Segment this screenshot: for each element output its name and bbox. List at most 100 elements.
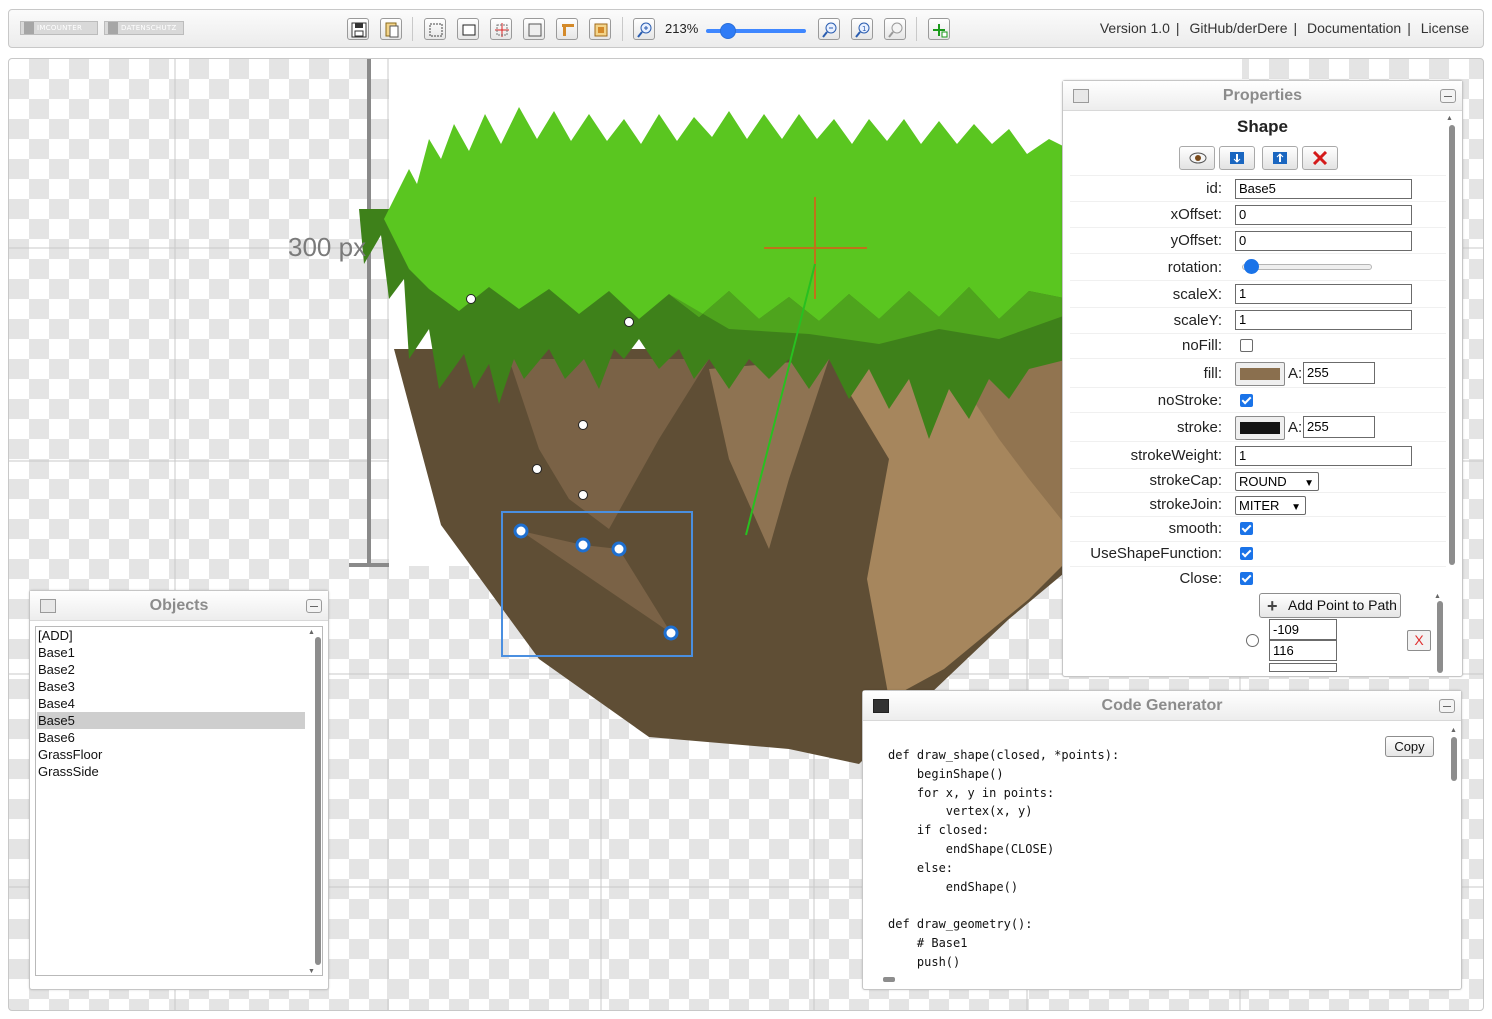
copy-button[interactable]: Copy bbox=[1385, 736, 1434, 757]
list-item[interactable]: Base4 bbox=[37, 695, 305, 712]
list-item[interactable]: Base2 bbox=[37, 661, 305, 678]
list-item[interactable]: Base6 bbox=[37, 729, 305, 746]
list-item[interactable]: Base3 bbox=[37, 678, 305, 695]
scroll-up-arrow[interactable]: ▲ bbox=[1446, 115, 1453, 122]
vertex-handle[interactable] bbox=[466, 294, 476, 304]
strokecap-select[interactable]: ROUND ▼ bbox=[1235, 472, 1319, 491]
yoffset-field[interactable]: 0 bbox=[1235, 231, 1412, 251]
scaley-field[interactable]: 1 bbox=[1235, 310, 1412, 330]
objects-panel-header[interactable]: Objects bbox=[30, 591, 328, 621]
vertex-handle[interactable] bbox=[578, 420, 588, 430]
layers-button[interactable] bbox=[589, 18, 611, 40]
vertex-handle[interactable] bbox=[624, 317, 634, 327]
smooth-checkbox[interactable] bbox=[1240, 522, 1253, 535]
fill-color-picker[interactable] bbox=[1235, 362, 1285, 386]
save-button[interactable] bbox=[347, 18, 369, 40]
datenschutz-badge[interactable]: DATENSCHUTZ bbox=[104, 21, 184, 35]
selected-vertex-handle[interactable] bbox=[513, 523, 529, 539]
strokeweight-field[interactable]: 1 bbox=[1235, 446, 1412, 466]
code-generator-header[interactable]: Code Generator bbox=[863, 691, 1461, 721]
visibility-button[interactable] bbox=[1179, 146, 1215, 170]
strokejoin-label: strokeJoin: bbox=[1149, 496, 1222, 513]
points-scroll-up-arrow[interactable]: ▲ bbox=[1434, 593, 1441, 600]
code-scrollbar[interactable] bbox=[1451, 737, 1457, 781]
list-item[interactable]: GrassSide bbox=[37, 763, 305, 780]
nostroke-checkbox[interactable] bbox=[1240, 394, 1253, 407]
scroll-down-arrow[interactable]: ▼ bbox=[308, 968, 315, 975]
minimize-icon[interactable] bbox=[1440, 89, 1456, 103]
move-up-icon bbox=[1273, 152, 1287, 164]
zoom-out-button[interactable] bbox=[818, 18, 840, 40]
version-link[interactable]: Version 1.0 bbox=[1100, 20, 1170, 36]
prop-row-strokeweight: strokeWeight: 1 bbox=[1070, 441, 1446, 468]
objects-scrollbar[interactable] bbox=[315, 637, 321, 965]
minimize-icon[interactable] bbox=[306, 599, 322, 613]
prop-row-smooth: smooth: bbox=[1070, 516, 1446, 541]
center-button[interactable] bbox=[490, 18, 512, 40]
list-item[interactable]: [ADD] bbox=[37, 627, 305, 644]
list-item[interactable]: Base1 bbox=[37, 644, 305, 661]
selected-vertex-handle[interactable] bbox=[663, 625, 679, 641]
fill-color-swatch bbox=[1240, 368, 1280, 380]
delete-shape-button[interactable] bbox=[1302, 146, 1338, 170]
list-item-selected[interactable]: Base5 bbox=[37, 712, 305, 729]
point-y-field[interactable]: 116 bbox=[1269, 640, 1337, 661]
load-button[interactable] bbox=[380, 18, 402, 40]
select-button[interactable] bbox=[424, 18, 446, 40]
properties-scrollbar[interactable] bbox=[1449, 125, 1455, 565]
toolbar: IMCOUNTER DATENSCHUTZ 213% 1 Version 1.0… bbox=[8, 9, 1484, 48]
selected-vertex-handle[interactable] bbox=[575, 537, 591, 553]
rotation-slider[interactable] bbox=[1242, 264, 1372, 270]
rectangle-button[interactable] bbox=[457, 18, 479, 40]
zoom-slider-thumb[interactable] bbox=[720, 23, 736, 39]
align-button[interactable] bbox=[556, 18, 578, 40]
zoom-reset-button[interactable]: 1 bbox=[851, 18, 873, 40]
useshapefunction-checkbox[interactable] bbox=[1240, 547, 1253, 560]
minimize-icon[interactable] bbox=[1439, 699, 1455, 713]
code-horizontal-scrollbar[interactable] bbox=[883, 977, 895, 982]
add-shape-button[interactable] bbox=[928, 18, 950, 40]
rectangle-icon bbox=[462, 24, 476, 36]
move-down-button[interactable] bbox=[1219, 146, 1255, 170]
delete-point-button[interactable]: X bbox=[1407, 630, 1431, 651]
scroll-up-arrow[interactable]: ▲ bbox=[1450, 727, 1457, 734]
license-link[interactable]: License bbox=[1421, 20, 1469, 36]
frame-button[interactable] bbox=[523, 18, 545, 40]
properties-panel-header[interactable]: Properties bbox=[1063, 81, 1462, 111]
zoom-out-icon bbox=[822, 22, 837, 38]
stroke-color-swatch bbox=[1240, 422, 1280, 434]
scroll-up-arrow[interactable]: ▲ bbox=[308, 629, 315, 636]
rotation-slider-thumb[interactable] bbox=[1244, 259, 1259, 274]
code-generator-panel: Code Generator Copy def draw_shape(close… bbox=[862, 690, 1462, 990]
objects-list[interactable]: [ADD] Base1 Base2 Base3 Base4 Base5 Base… bbox=[35, 626, 323, 976]
close-checkbox[interactable] bbox=[1240, 572, 1253, 585]
nofill-checkbox[interactable] bbox=[1240, 339, 1253, 352]
add-point-button[interactable]: + Add Point to Path bbox=[1259, 593, 1401, 618]
documentation-link[interactable]: Documentation bbox=[1307, 20, 1401, 36]
move-up-button[interactable] bbox=[1262, 146, 1298, 170]
fill-alpha-field[interactable]: 255 bbox=[1303, 362, 1375, 384]
prop-row-strokecap: strokeCap: ROUND ▼ bbox=[1070, 468, 1446, 492]
svg-text:1: 1 bbox=[862, 25, 866, 33]
stroke-alpha-field[interactable]: 255 bbox=[1303, 416, 1375, 438]
point-x-field[interactable]: -109 bbox=[1269, 619, 1337, 640]
zoom-fit-button[interactable] bbox=[884, 18, 906, 40]
terminal-icon bbox=[873, 699, 889, 713]
yoffset-label: yOffset: bbox=[1170, 232, 1222, 249]
list-item[interactable]: GrassFloor bbox=[37, 746, 305, 763]
point-select-radio[interactable] bbox=[1246, 634, 1259, 647]
point-next-field[interactable] bbox=[1269, 663, 1337, 672]
layers-icon bbox=[40, 599, 56, 613]
xoffset-field[interactable]: 0 bbox=[1235, 205, 1412, 225]
strokejoin-select[interactable]: MITER ▼ bbox=[1235, 496, 1306, 515]
scalex-field[interactable]: 1 bbox=[1235, 284, 1412, 304]
points-scrollbar[interactable] bbox=[1437, 601, 1443, 673]
generated-code[interactable]: def draw_shape(closed, *points): beginSh… bbox=[888, 746, 1119, 972]
id-field[interactable]: Base5 bbox=[1235, 179, 1412, 199]
github-link[interactable]: GitHub/derDere bbox=[1189, 20, 1287, 36]
stroke-color-picker[interactable] bbox=[1235, 416, 1285, 440]
vertex-handle[interactable] bbox=[578, 490, 588, 500]
vertex-handle[interactable] bbox=[532, 464, 542, 474]
selected-vertex-handle[interactable] bbox=[611, 541, 627, 557]
zoom-in-button[interactable] bbox=[633, 18, 655, 40]
